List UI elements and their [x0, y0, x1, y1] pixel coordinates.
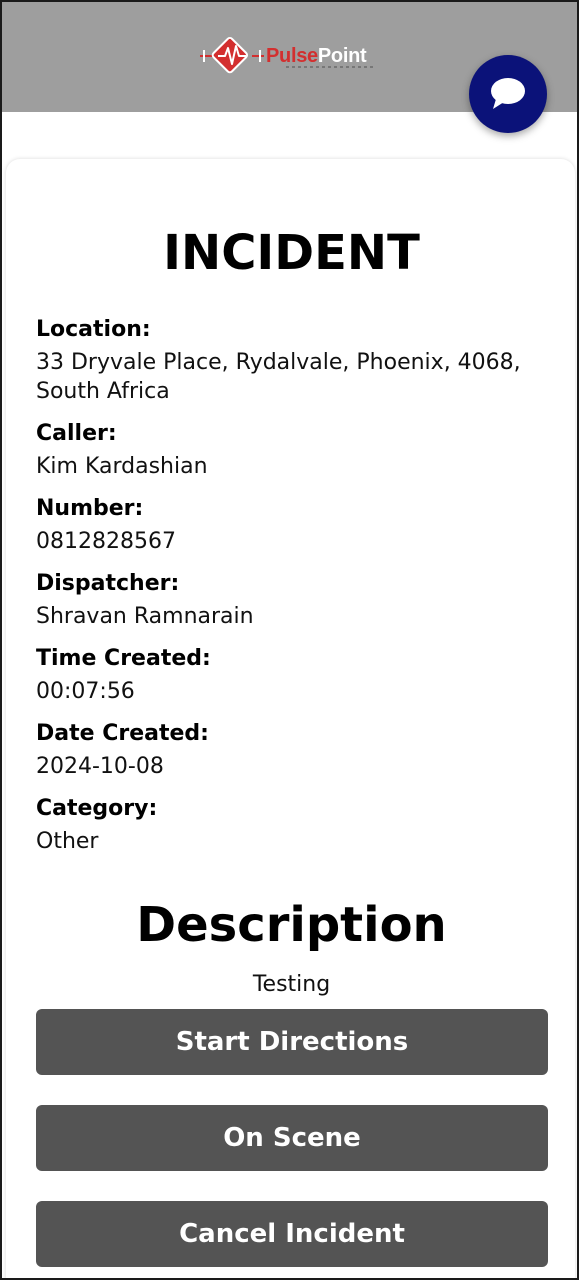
field-location: Location: 33 Dryvale Place, Rydalvale, P… — [36, 312, 551, 406]
page-title: INCIDENT — [163, 225, 420, 281]
description-heading: Description — [136, 897, 447, 953]
on-scene-button[interactable]: On Scene — [36, 1105, 548, 1171]
field-value: 00:07:56 — [36, 679, 135, 704]
pulsepoint-logo: PulsePoint — [200, 32, 374, 80]
description-text: Testing — [252, 972, 331, 997]
field-date-created: Date Created: 2024-10-08 — [36, 716, 551, 781]
field-value: Shravan Ramnarain — [36, 604, 254, 629]
field-label: Date Created: — [36, 721, 209, 746]
field-value: 2024-10-08 — [36, 754, 164, 779]
field-label: Dispatcher: — [36, 571, 180, 596]
heartbeat-diamond-logo-icon — [200, 32, 264, 80]
field-label: Time Created: — [36, 646, 211, 671]
field-number: Number: 0812828567 — [36, 491, 551, 556]
field-label: Category: — [36, 796, 158, 821]
field-label: Location: — [36, 317, 151, 342]
field-value: 33 Dryvale Place, Rydalvale, Phoenix, 40… — [36, 350, 521, 404]
field-category: Category: Other — [36, 791, 551, 856]
chat-bubble-icon — [491, 78, 525, 109]
field-time-created: Time Created: 00:07:56 — [36, 641, 551, 706]
field-label: Number: — [36, 496, 144, 521]
logo-word-point: Point — [317, 45, 367, 67]
logo-wordmark: PulsePoint — [266, 45, 367, 67]
incident-details: Location: 33 Dryvale Place, Rydalvale, P… — [36, 312, 551, 866]
logo-tagline-decoration — [286, 66, 374, 68]
field-value: 0812828567 — [36, 529, 176, 554]
app-screen: PulsePoint INCIDENT Location: 33 Dryvale… — [0, 0, 579, 1280]
chat-button[interactable] — [469, 55, 547, 133]
field-label: Caller: — [36, 421, 117, 446]
field-value: Other — [36, 829, 99, 854]
logo-word-pulse: Pulse — [266, 45, 318, 67]
field-caller: Caller: Kim Kardashian — [36, 416, 551, 481]
cancel-incident-button[interactable]: Cancel Incident — [36, 1201, 548, 1267]
field-value: Kim Kardashian — [36, 454, 208, 479]
start-directions-button[interactable]: Start Directions — [36, 1009, 548, 1075]
field-dispatcher: Dispatcher: Shravan Ramnarain — [36, 566, 551, 631]
